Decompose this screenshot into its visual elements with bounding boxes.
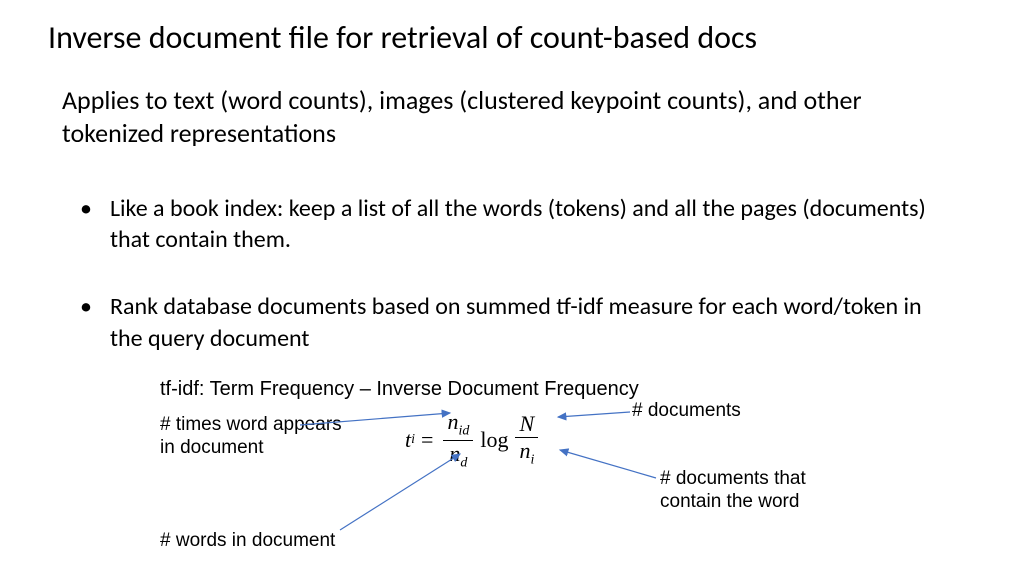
frac1-den-var: n: [449, 441, 460, 466]
annotation-times-word: # times word appears in document: [160, 414, 360, 460]
arrow-icon: [558, 412, 630, 417]
tfidf-definition: tf-idf: Term Frequency – Inverse Documen…: [160, 378, 639, 401]
bullet-text: Rank database documents based on summed …: [110, 291, 946, 353]
bullet-icon: •: [76, 193, 110, 255]
bullet-icon: •: [76, 291, 110, 353]
list-item: • Like a book index: keep a list of all …: [76, 193, 946, 255]
arrow-icon: [560, 450, 656, 478]
slide-subtitle: Applies to text (word counts), images (c…: [62, 84, 942, 149]
frac2-den-var: n: [519, 438, 530, 463]
bullet-text: Like a book index: keep a list of all th…: [110, 193, 946, 255]
formula-log: log: [477, 427, 511, 453]
formula-fraction-2: N ni: [515, 412, 538, 468]
bullet-list: • Like a book index: keep a list of all …: [76, 193, 946, 390]
annotation-documents: # documents: [632, 400, 741, 423]
frac1-den-sub: d: [460, 455, 467, 470]
annotation-docs-contain: # documents that contain the word: [660, 468, 860, 514]
frac1-num-var: n: [447, 409, 458, 434]
list-item: • Rank database documents based on summe…: [76, 291, 946, 353]
annotation-words-in-doc: # words in document: [160, 530, 335, 553]
formula-equals: =: [415, 427, 439, 453]
slide-title: Inverse document file for retrieval of c…: [48, 18, 757, 57]
frac2-den-sub: i: [530, 453, 534, 468]
frac1-num-sub: id: [458, 423, 469, 438]
frac2-num: N: [516, 412, 539, 436]
tfidf-formula: ti = nid nd log N ni: [405, 410, 542, 471]
formula-fraction-1: nid nd: [443, 410, 473, 471]
